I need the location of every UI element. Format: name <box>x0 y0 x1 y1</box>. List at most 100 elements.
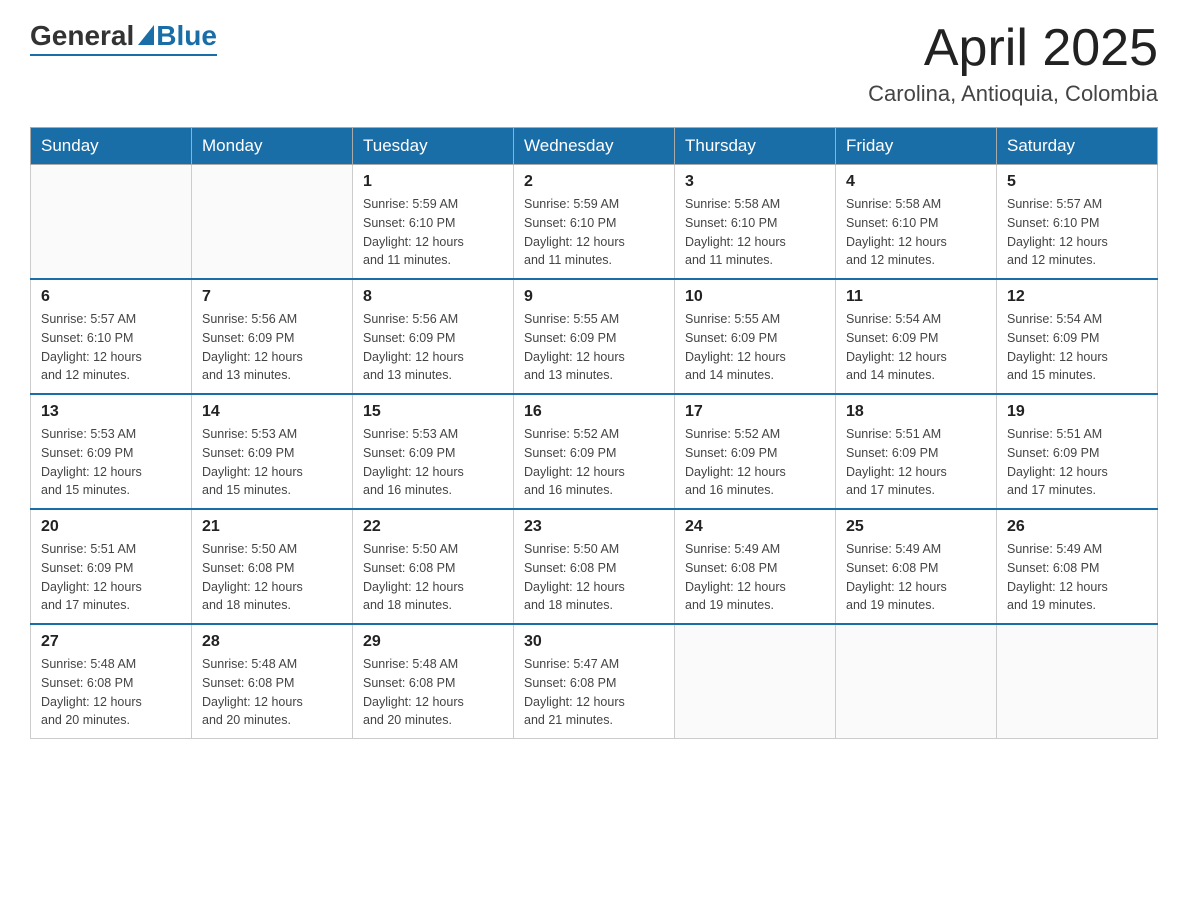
day-info: Sunrise: 5:51 AM Sunset: 6:09 PM Dayligh… <box>846 425 986 500</box>
calendar-cell: 8 Sunrise: 5:56 AM Sunset: 6:09 PM Daylig… <box>353 279 514 394</box>
calendar-cell: 6Sunrise: 5:57 AM Sunset: 6:10 PM Daylig… <box>31 279 192 394</box>
calendar-cell: 15Sunrise: 5:53 AM Sunset: 6:09 PM Dayli… <box>353 394 514 509</box>
day-number: 3 <box>685 173 825 191</box>
day-info: Sunrise: 5:58 AM Sunset: 6:10 PM Dayligh… <box>846 195 986 270</box>
day-number: 5 <box>1007 173 1147 191</box>
day-number: 1 <box>363 173 503 191</box>
calendar-cell <box>997 624 1158 739</box>
day-info: Sunrise: 5:52 AM Sunset: 6:09 PM Dayligh… <box>524 425 664 500</box>
day-number: 14 <box>202 403 342 421</box>
calendar-cell: 5 Sunrise: 5:57 AM Sunset: 6:10 PM Daylig… <box>997 165 1158 280</box>
page-title: April 2025 <box>868 20 1158 77</box>
page-header: General Blue April 2025 Carolina, Antioq… <box>30 20 1158 107</box>
day-info: Sunrise: 5:54 AM Sunset: 6:09 PM Dayligh… <box>846 310 986 385</box>
calendar-cell: 26 Sunrise: 5:49 AM Sunset: 6:08 PM Dayli… <box>997 509 1158 624</box>
day-number: 25 <box>846 518 986 536</box>
day-number: 10 <box>685 288 825 306</box>
day-number: 15 <box>363 403 503 421</box>
day-number: 9 <box>524 288 664 306</box>
calendar-week-row: 20 Sunrise: 5:51 AM Sunset: 6:09 PM Dayli… <box>31 509 1158 624</box>
calendar-cell <box>192 165 353 280</box>
calendar-cell: 12 Sunrise: 5:54 AM Sunset: 6:09 PM Dayli… <box>997 279 1158 394</box>
day-info: Sunrise: 5:51 AM Sunset: 6:09 PM Dayligh… <box>41 540 181 615</box>
calendar-cell: 28Sunrise: 5:48 AM Sunset: 6:08 PM Dayli… <box>192 624 353 739</box>
day-info: Sunrise: 5:48 AM Sunset: 6:08 PM Dayligh… <box>363 655 503 730</box>
day-info: Sunrise: 5:54 AM Sunset: 6:09 PM Dayligh… <box>1007 310 1147 385</box>
day-number: 2 <box>524 173 664 191</box>
day-number: 28 <box>202 633 342 651</box>
day-info: Sunrise: 5:49 AM Sunset: 6:08 PM Dayligh… <box>1007 540 1147 615</box>
day-number: 27 <box>41 633 181 651</box>
day-number: 29 <box>363 633 503 651</box>
day-number: 19 <box>1007 403 1147 421</box>
calendar-cell: 11 Sunrise: 5:54 AM Sunset: 6:09 PM Dayli… <box>836 279 997 394</box>
day-info: Sunrise: 5:56 AM Sunset: 6:09 PM Dayligh… <box>202 310 342 385</box>
logo-triangle-icon <box>138 25 154 45</box>
day-number: 24 <box>685 518 825 536</box>
calendar-cell <box>31 165 192 280</box>
day-number: 26 <box>1007 518 1147 536</box>
logo-general-text: General <box>30 20 134 52</box>
calendar-header-thursday: Thursday <box>675 128 836 165</box>
logo-underline <box>30 54 217 56</box>
day-info: Sunrise: 5:58 AM Sunset: 6:10 PM Dayligh… <box>685 195 825 270</box>
calendar-cell: 22 Sunrise: 5:50 AM Sunset: 6:08 PM Dayli… <box>353 509 514 624</box>
day-number: 30 <box>524 633 664 651</box>
day-info: Sunrise: 5:55 AM Sunset: 6:09 PM Dayligh… <box>524 310 664 385</box>
calendar-cell: 19 Sunrise: 5:51 AM Sunset: 6:09 PM Dayli… <box>997 394 1158 509</box>
day-info: Sunrise: 5:53 AM Sunset: 6:09 PM Dayligh… <box>41 425 181 500</box>
day-info: Sunrise: 5:51 AM Sunset: 6:09 PM Dayligh… <box>1007 425 1147 500</box>
day-number: 20 <box>41 518 181 536</box>
logo: General Blue <box>30 20 217 56</box>
calendar-cell: 18 Sunrise: 5:51 AM Sunset: 6:09 PM Dayli… <box>836 394 997 509</box>
calendar-cell: 27 Sunrise: 5:48 AM Sunset: 6:08 PM Dayli… <box>31 624 192 739</box>
day-info: Sunrise: 5:53 AM Sunset: 6:09 PM Dayligh… <box>202 425 342 500</box>
day-info: Sunrise: 5:49 AM Sunset: 6:08 PM Dayligh… <box>685 540 825 615</box>
day-number: 7 <box>202 288 342 306</box>
day-number: 21 <box>202 518 342 536</box>
calendar-cell: 3 Sunrise: 5:58 AM Sunset: 6:10 PM Daylig… <box>675 165 836 280</box>
day-info: Sunrise: 5:50 AM Sunset: 6:08 PM Dayligh… <box>202 540 342 615</box>
page-subtitle: Carolina, Antioquia, Colombia <box>868 81 1158 107</box>
day-info: Sunrise: 5:49 AM Sunset: 6:08 PM Dayligh… <box>846 540 986 615</box>
day-number: 8 <box>363 288 503 306</box>
logo-blue-text: Blue <box>156 20 217 52</box>
day-info: Sunrise: 5:59 AM Sunset: 6:10 PM Dayligh… <box>524 195 664 270</box>
calendar-week-row: 13 Sunrise: 5:53 AM Sunset: 6:09 PM Dayli… <box>31 394 1158 509</box>
calendar-header-friday: Friday <box>836 128 997 165</box>
day-info: Sunrise: 5:52 AM Sunset: 6:09 PM Dayligh… <box>685 425 825 500</box>
calendar-cell: 30 Sunrise: 5:47 AM Sunset: 6:08 PM Dayli… <box>514 624 675 739</box>
calendar-cell: 14 Sunrise: 5:53 AM Sunset: 6:09 PM Dayli… <box>192 394 353 509</box>
day-number: 12 <box>1007 288 1147 306</box>
day-number: 18 <box>846 403 986 421</box>
calendar-week-row: 27 Sunrise: 5:48 AM Sunset: 6:08 PM Dayli… <box>31 624 1158 739</box>
day-number: 22 <box>363 518 503 536</box>
day-info: Sunrise: 5:50 AM Sunset: 6:08 PM Dayligh… <box>363 540 503 615</box>
day-number: 16 <box>524 403 664 421</box>
day-number: 23 <box>524 518 664 536</box>
calendar-header-saturday: Saturday <box>997 128 1158 165</box>
calendar-header-tuesday: Tuesday <box>353 128 514 165</box>
day-info: Sunrise: 5:57 AM Sunset: 6:10 PM Dayligh… <box>1007 195 1147 270</box>
day-number: 17 <box>685 403 825 421</box>
calendar-header-sunday: Sunday <box>31 128 192 165</box>
calendar-cell: 21 Sunrise: 5:50 AM Sunset: 6:08 PM Dayli… <box>192 509 353 624</box>
day-number: 11 <box>846 288 986 306</box>
calendar-cell: 10Sunrise: 5:55 AM Sunset: 6:09 PM Dayli… <box>675 279 836 394</box>
calendar-cell: 16 Sunrise: 5:52 AM Sunset: 6:09 PM Dayli… <box>514 394 675 509</box>
calendar-cell: 29 Sunrise: 5:48 AM Sunset: 6:08 PM Dayli… <box>353 624 514 739</box>
calendar-cell: 20 Sunrise: 5:51 AM Sunset: 6:09 PM Dayli… <box>31 509 192 624</box>
day-number: 13 <box>41 403 181 421</box>
day-number: 6 <box>41 288 181 306</box>
day-info: Sunrise: 5:59 AM Sunset: 6:10 PM Dayligh… <box>363 195 503 270</box>
calendar-cell: 17 Sunrise: 5:52 AM Sunset: 6:09 PM Dayli… <box>675 394 836 509</box>
day-info: Sunrise: 5:48 AM Sunset: 6:08 PM Dayligh… <box>41 655 181 730</box>
title-area: April 2025 Carolina, Antioquia, Colombia <box>868 20 1158 107</box>
day-info: Sunrise: 5:50 AM Sunset: 6:08 PM Dayligh… <box>524 540 664 615</box>
day-info: Sunrise: 5:56 AM Sunset: 6:09 PM Dayligh… <box>363 310 503 385</box>
calendar-cell: 7 Sunrise: 5:56 AM Sunset: 6:09 PM Daylig… <box>192 279 353 394</box>
calendar-header-monday: Monday <box>192 128 353 165</box>
day-info: Sunrise: 5:47 AM Sunset: 6:08 PM Dayligh… <box>524 655 664 730</box>
calendar-cell: 24 Sunrise: 5:49 AM Sunset: 6:08 PM Dayli… <box>675 509 836 624</box>
calendar-cell: 2 Sunrise: 5:59 AM Sunset: 6:10 PM Daylig… <box>514 165 675 280</box>
